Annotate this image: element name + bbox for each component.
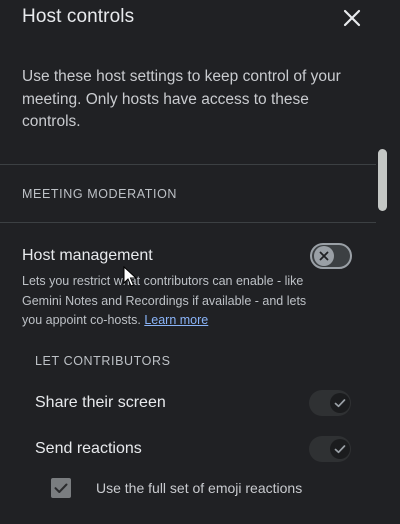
share-screen-label: Share their screen	[35, 394, 166, 411]
close-button[interactable]	[338, 4, 366, 32]
intro-text: Use these host settings to keep control …	[22, 68, 341, 130]
divider	[0, 222, 376, 223]
section-heading-let-contributors: LET CONTRIBUTORS	[35, 354, 171, 368]
scrollbar[interactable]	[378, 149, 387, 211]
x-icon	[319, 251, 329, 261]
emoji-reactions-label: Use the full set of emoji reactions	[96, 480, 303, 496]
panel-title: Host controls	[22, 6, 135, 27]
learn-more-link[interactable]: Learn more	[144, 313, 208, 327]
send-reactions-label: Send reactions	[35, 440, 142, 457]
host-management-title: Host management	[22, 247, 153, 264]
section-heading-meeting-moderation: MEETING MODERATION	[22, 187, 178, 201]
toggle-knob	[314, 246, 334, 266]
check-icon	[334, 445, 346, 454]
toggle-knob	[330, 439, 350, 459]
checkmark-icon	[54, 483, 68, 493]
host-controls-panel: Host controls Use these host settings to…	[0, 0, 400, 524]
host-management-description: Lets you restrict what contributors can …	[22, 272, 322, 331]
host-management-toggle[interactable]	[310, 243, 352, 269]
emoji-reactions-checkbox[interactable]	[51, 478, 71, 498]
close-icon	[343, 9, 361, 27]
send-reactions-toggle[interactable]	[309, 436, 351, 462]
mouse-pointer-icon	[123, 266, 137, 287]
check-icon	[334, 399, 346, 408]
toggle-knob	[330, 393, 350, 413]
share-screen-toggle[interactable]	[309, 390, 351, 416]
divider	[0, 164, 376, 165]
